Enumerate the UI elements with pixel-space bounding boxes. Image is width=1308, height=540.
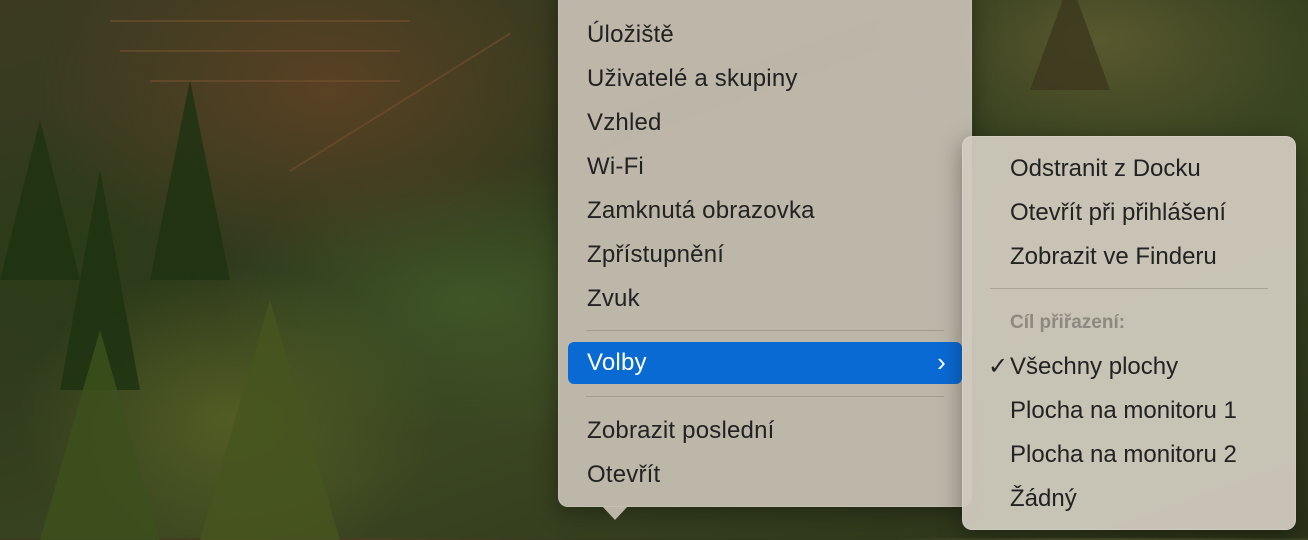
menu-item-zvuk[interactable]: Zvuk (568, 278, 962, 320)
chevron-right-icon: › (937, 347, 946, 377)
menu-item-zobrazit-posledni[interactable]: Zobrazit poslední (568, 410, 962, 452)
checkmark-icon: ✓ (988, 353, 1009, 380)
menu-separator (586, 330, 944, 331)
wallpaper-tree (1030, 0, 1110, 90)
wallpaper-fence (289, 32, 512, 172)
menu-item-uzivatele-a-skupiny[interactable]: Uživatelé a skupiny (568, 58, 962, 100)
submenu-option-vsechny-plochy[interactable]: ✓ Všechny plochy (972, 346, 1286, 388)
menu-item-volby-label: Volby (587, 349, 647, 376)
wallpaper-tree (40, 330, 160, 540)
submenu-item-zobrazit-ve-finderu[interactable]: Zobrazit ve Finderu (972, 236, 1286, 278)
submenu-separator (990, 288, 1268, 289)
wallpaper-tree (150, 80, 230, 280)
volby-submenu: Odstranit z Docku Otevřít při přihlášení… (962, 136, 1296, 530)
submenu-option-plocha-monitor-2[interactable]: Plocha na monitoru 2 (972, 434, 1286, 476)
menu-item-zpristupneni[interactable]: Zpřístupnění (568, 234, 962, 276)
wallpaper-fence (150, 80, 400, 82)
submenu-option-label: Všechny plochy (1010, 353, 1179, 380)
menu-item-vzhled[interactable]: Vzhled (568, 102, 962, 144)
submenu-item-otevrit-pri-prihlaseni[interactable]: Otevřít při přihlášení (972, 192, 1286, 234)
menu-pointer-arrow (602, 506, 628, 520)
wallpaper-fence (120, 50, 400, 52)
wallpaper-tree (200, 300, 340, 540)
submenu-option-plocha-monitor-1[interactable]: Plocha na monitoru 1 (972, 390, 1286, 432)
menu-separator (586, 396, 944, 397)
submenu-header-cil-prirazeni: Cíl přiřazení: (1010, 312, 1126, 333)
submenu-option-zadny[interactable]: Žádný (972, 478, 1286, 520)
menu-item-wifi[interactable]: Wi-Fi (568, 146, 962, 188)
menu-item-uloziste[interactable]: Úložiště (568, 14, 962, 56)
submenu-item-odstranit-z-docku[interactable]: Odstranit z Docku (972, 148, 1286, 190)
menu-item-zamknuta-obrazovka[interactable]: Zamknutá obrazovka (568, 190, 962, 232)
menu-item-otevrit[interactable]: Otevřít (568, 454, 962, 496)
menu-item-volby[interactable]: Volby › (568, 342, 962, 384)
context-menu: Úložiště Uživatelé a skupiny Vzhled Wi-F… (558, 0, 972, 520)
wallpaper-fence (110, 20, 410, 22)
